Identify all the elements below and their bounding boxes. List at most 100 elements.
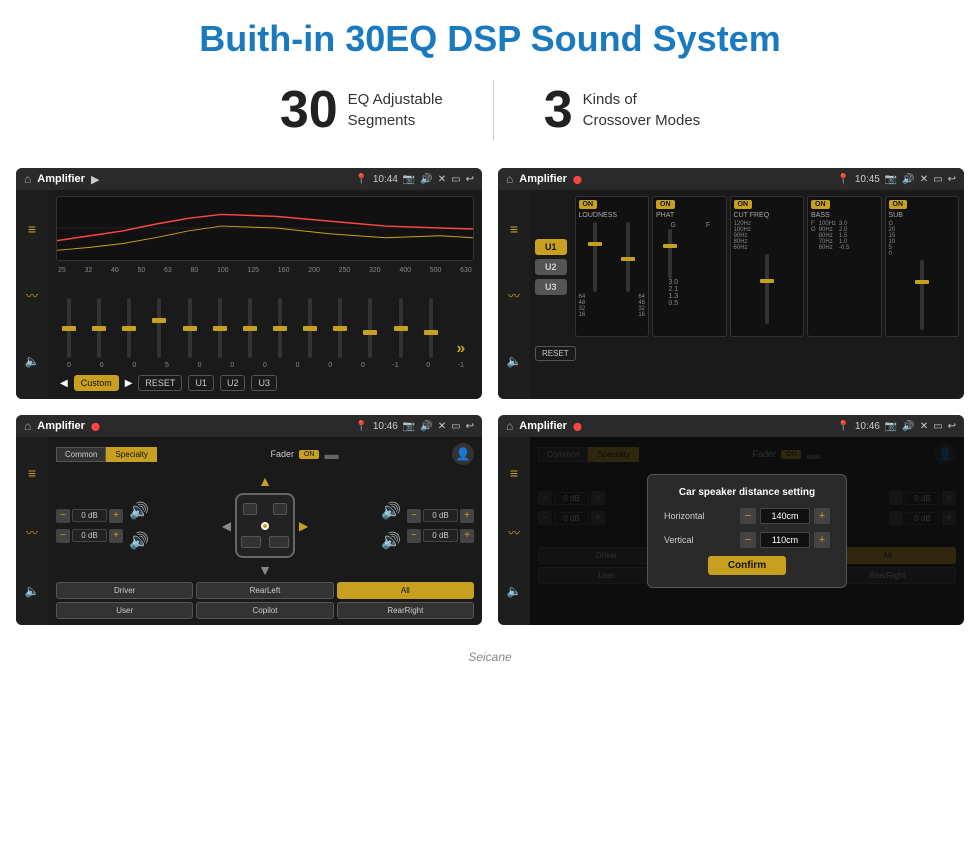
vertical-minus[interactable]: − bbox=[740, 532, 756, 548]
eq-slider-4[interactable] bbox=[150, 298, 168, 358]
rearright-button[interactable]: RearRight bbox=[337, 602, 474, 619]
status-right-4: 📍 10:46 📷 🔊 ✕ ▭ ↩ bbox=[837, 421, 956, 432]
stat-eq: 30 EQ AdjustableSegments bbox=[230, 80, 493, 140]
eq-slider-13[interactable] bbox=[422, 298, 440, 358]
eq-val-0f: 0 bbox=[256, 362, 274, 369]
status-bar-3: ⌂ Amplifier ⬤ 📍 10:46 📷 🔊 ✕ ▭ ↩ bbox=[16, 415, 482, 437]
loudness-slider2[interactable] bbox=[626, 222, 630, 292]
u1-button[interactable]: U1 bbox=[535, 239, 567, 255]
record-icon: ⬤ bbox=[573, 175, 582, 184]
freq-100: 100 bbox=[217, 267, 229, 274]
close-icon: ✕ bbox=[438, 174, 446, 185]
close-icon-4: ✕ bbox=[920, 421, 928, 432]
window-icon: ▭ bbox=[451, 174, 460, 185]
phat-label: PHAT bbox=[656, 212, 723, 219]
eq-slider-3[interactable] bbox=[120, 298, 138, 358]
eq-next-button[interactable]: ▶ bbox=[125, 378, 133, 389]
eq-slider-7[interactable] bbox=[241, 298, 259, 358]
sub-slider[interactable] bbox=[920, 260, 924, 330]
bass-label: BASS bbox=[811, 212, 878, 219]
status-right-2: 📍 10:45 📷 🔊 ✕ ▭ ↩ bbox=[837, 174, 956, 185]
eq-u2-button[interactable]: U2 bbox=[220, 375, 246, 391]
rearleft-button[interactable]: RearLeft bbox=[196, 582, 333, 599]
cutfreq-slider[interactable] bbox=[765, 254, 769, 324]
bottom-right-db: − 0 dB + bbox=[407, 529, 474, 543]
watermark: Seicane bbox=[0, 645, 980, 669]
copilot-button[interactable]: Copilot bbox=[196, 602, 333, 619]
eq-slider-5[interactable] bbox=[181, 298, 199, 358]
specialty-tab[interactable]: Specialty bbox=[106, 447, 156, 462]
eq-graph bbox=[56, 196, 474, 261]
eq-slider-9[interactable] bbox=[301, 298, 319, 358]
eq-slider-6[interactable] bbox=[211, 298, 229, 358]
phat-col: ON PHAT G3.02.11.30.5 F bbox=[652, 196, 727, 337]
u2-button[interactable]: U2 bbox=[535, 259, 567, 275]
eq-slider-8[interactable] bbox=[271, 298, 289, 358]
dlg-side-icon3: 🔈 bbox=[507, 584, 522, 598]
status-right-3: 📍 10:46 📷 🔊 ✕ ▭ ↩ bbox=[355, 421, 474, 432]
eq-prev-button[interactable]: ◀ bbox=[60, 378, 68, 389]
eq-custom-button[interactable]: Custom bbox=[74, 375, 119, 391]
db-plus-1[interactable]: + bbox=[109, 509, 123, 523]
db-minus-3[interactable]: − bbox=[407, 509, 421, 523]
sub-label: SUB bbox=[889, 212, 956, 219]
stat-crossover: 3 Kinds ofCrossover Modes bbox=[494, 80, 750, 140]
db-val-1: 0 dB bbox=[72, 509, 107, 522]
phat-slider-g[interactable] bbox=[668, 229, 672, 279]
eq-reset-button[interactable]: RESET bbox=[138, 375, 182, 391]
eq-slider-14[interactable]: » bbox=[452, 340, 470, 358]
window-icon-4: ▭ bbox=[933, 421, 942, 432]
screenshots-grid: ⌂ Amplifier ▶ 📍 10:44 📷 🔊 ✕ ▭ ↩ ≡ 〰 🔈 bbox=[0, 158, 980, 645]
dialog-overlay: Car speaker distance setting Horizontal … bbox=[530, 437, 964, 625]
crossover-reset-button[interactable]: RESET bbox=[535, 346, 576, 361]
eq-slider-11[interactable] bbox=[361, 298, 379, 358]
all-button[interactable]: All bbox=[337, 582, 474, 599]
eq-side-icon2: 〰 bbox=[26, 287, 38, 304]
eq-val-0j: 0 bbox=[419, 362, 437, 369]
eq-u3-button[interactable]: U3 bbox=[251, 375, 277, 391]
freq-40: 40 bbox=[111, 267, 119, 274]
common-tab[interactable]: Common bbox=[56, 447, 106, 462]
record-icon-3: ⬤ bbox=[91, 422, 100, 431]
status-left-4: ⌂ Amplifier ⬤ bbox=[506, 419, 582, 433]
car-diagram bbox=[235, 493, 295, 558]
freq-32: 32 bbox=[85, 267, 93, 274]
bass-col: ON BASS FG 100Hz90Hz80Hz70Hz60Hz 3.02.01… bbox=[807, 196, 882, 337]
status-bar-1: ⌂ Amplifier ▶ 📍 10:44 📷 🔊 ✕ ▭ ↩ bbox=[16, 168, 482, 190]
car-dot bbox=[261, 522, 269, 530]
dlg-side-icon1: ≡ bbox=[510, 465, 518, 481]
db-minus-4[interactable]: − bbox=[407, 529, 421, 543]
loudness-slider[interactable] bbox=[593, 222, 597, 292]
horizontal-plus[interactable]: + bbox=[814, 508, 830, 524]
vertical-plus[interactable]: + bbox=[814, 532, 830, 548]
top-left-db: − 0 dB + bbox=[56, 509, 123, 523]
fader-slider-icon: ▬ bbox=[324, 446, 338, 462]
horizontal-minus[interactable]: − bbox=[740, 508, 756, 524]
db-val-3: 0 dB bbox=[423, 509, 458, 522]
spk-side-icon2: 〰 bbox=[26, 524, 38, 541]
db-minus-1[interactable]: − bbox=[56, 509, 70, 523]
eq-value-labels: 0 0 0 5 0 0 0 0 0 0 -1 0 -1 bbox=[56, 362, 474, 369]
confirm-button[interactable]: Confirm bbox=[708, 556, 786, 575]
stat-eq-number: 30 bbox=[280, 80, 338, 140]
db-plus-4[interactable]: + bbox=[460, 529, 474, 543]
user-button[interactable]: User bbox=[56, 602, 193, 619]
db-plus-2[interactable]: + bbox=[109, 529, 123, 543]
eq-val-0d: 0 bbox=[191, 362, 209, 369]
home-icon-4: ⌂ bbox=[506, 419, 513, 433]
eq-slider-12[interactable] bbox=[392, 298, 410, 358]
cutfreq-label: CUT FREQ bbox=[734, 212, 801, 219]
eq-u1-button[interactable]: U1 bbox=[188, 375, 214, 391]
db-minus-2[interactable]: − bbox=[56, 529, 70, 543]
volume-icon-4: 🔊 bbox=[902, 421, 914, 432]
screen-crossover: ⌂ Amplifier ⬤ 📍 10:45 📷 🔊 ✕ ▭ ↩ ≡ 〰 🔈 bbox=[498, 168, 964, 399]
stat-crossover-number: 3 bbox=[544, 80, 573, 140]
eq-slider-10[interactable] bbox=[331, 298, 349, 358]
driver-button[interactable]: Driver bbox=[56, 582, 193, 599]
sub-col: ON SUB G20151050 bbox=[885, 196, 960, 337]
eq-val-0c: 0 bbox=[125, 362, 143, 369]
eq-slider-2[interactable] bbox=[90, 298, 108, 358]
u3-button[interactable]: U3 bbox=[535, 279, 567, 295]
eq-slider-1[interactable] bbox=[60, 298, 78, 358]
db-plus-3[interactable]: + bbox=[460, 509, 474, 523]
